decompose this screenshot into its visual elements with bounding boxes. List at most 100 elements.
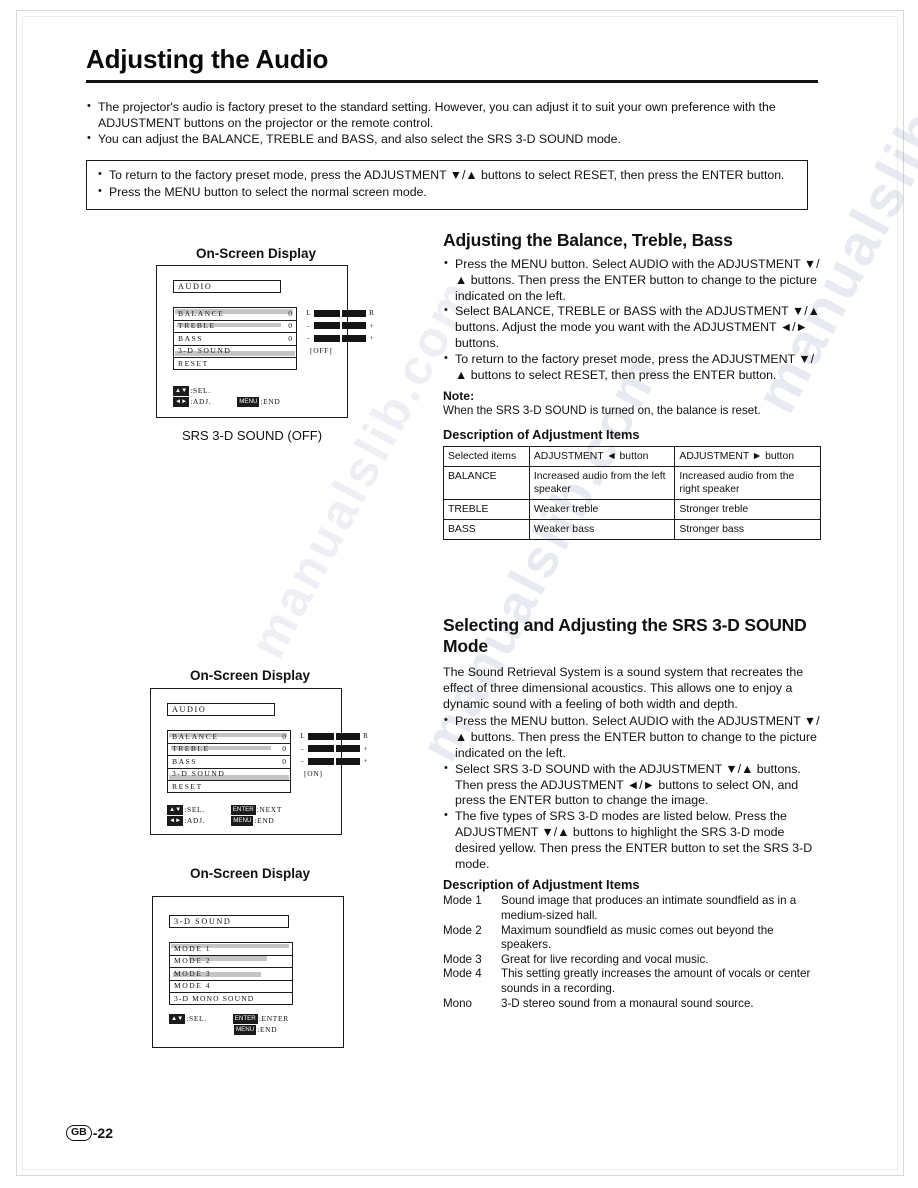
osd2-gauge-bass: - + [301,756,368,766]
osd1-item-balance[interactable]: BALANCE 0 [173,307,297,320]
osd2-title-chip: AUDIO [167,703,275,716]
osd2-item-bass[interactable]: BASS 0 [167,755,291,768]
osd1-subcaption: SRS 3-D SOUND (OFF) [181,428,323,443]
osd1-caption: On-Screen Display [195,246,317,261]
page-title: Adjusting the Audio [86,44,329,74]
note-bullet: Press the MENU button to select the norm… [97,184,797,201]
osd-screen-audio-off: AUDIO BALANCE 0 TREBLE 0 BASS 0 3-D SOUN… [156,265,374,418]
cell-left: Weaker bass [528,519,676,541]
osd1-gauge-balance: L R [306,308,374,318]
osd3-item-3d-mono-sound[interactable]: 3-D MONO SOUND [169,992,293,1005]
up-down-key-icon: ▲▼ [169,1013,186,1024]
osd1-menu-list: BALANCE 0 TREBLE 0 BASS 0 3-D SOUND RESE… [173,307,297,370]
osd1-gauges: L R - + - + [OFF] [305,307,391,357]
note-label: Note: [443,389,475,404]
srs-bullet: Press the MENU button. Select AUDIO with… [443,713,821,761]
osd1-item-3d-sound[interactable]: 3-D SOUND [173,344,297,357]
mode-row: Mode 1 Sound image that produces an inti… [443,894,797,922]
cell-item: BALANCE [443,466,530,501]
osd1-item-reset[interactable]: RESET [173,357,297,370]
enter-key-icon: ENTER [230,804,256,815]
osd1-gauge-bass: - + [307,333,374,343]
th-adjustment-left: ADJUSTMENT ◄ button [528,446,676,468]
mode-row: Mode 3 Great for live recording and voca… [443,952,709,966]
osd2-gauge-treble: - + [301,744,368,754]
osd2-legend: ▲▼:SEL. ENTER:NEXT ◄►:ADJ. MENU:END [167,804,283,826]
cell-right: Stronger treble [674,499,821,521]
menu-key-icon: MENU [237,396,260,407]
osd2-gauge-balance: L R [300,731,368,741]
left-right-key-icon: ◄► [167,815,184,826]
title-rule [86,80,818,83]
osd2-caption: On-Screen Display [189,668,311,683]
menu-key-icon: MENU [231,815,254,826]
cell-item: TREBLE [443,499,530,521]
table-header-row: Selected items ADJUSTMENT ◄ button ADJUS… [443,446,821,468]
osd2-item-reset[interactable]: RESET [167,780,291,793]
left-right-key-icon: ◄► [173,396,190,407]
menu-key-icon: MENU [234,1024,257,1035]
mode-row: Mono 3-D stereo sound from a monaural so… [443,996,754,1010]
table-row: TREBLE Weaker treble Stronger treble [443,499,821,521]
note-bullet: To return to the factory preset mode, pr… [97,167,797,184]
intro-bullet: The projector's audio is factory preset … [86,99,822,131]
osd3-item-mode-4[interactable]: MODE 4 [169,979,293,992]
srs-section-heading: Selecting and Adjusting the SRS 3-D SOUN… [443,615,807,656]
osd3-item-mode-3[interactable]: MODE 3 [169,967,293,980]
intro-bullet: You can adjust the BALANCE, TREBLE and B… [86,131,822,148]
osd2-item-balance[interactable]: BALANCE 0 [167,730,291,743]
document-page: manualslib.com manualslib.com manualslib… [0,0,918,1188]
osd3-title-chip: 3-D SOUND [169,915,289,928]
locale-chip: GB [66,1125,92,1141]
osd2-menu-list: BALANCE 0 TREBLE 0 BASS 0 3-D SOUND RESE… [167,730,291,793]
srs-bullet: The five types of SRS 3-D modes are list… [443,808,821,872]
cell-left: Weaker treble [528,499,676,521]
osd-screen-3d-sound-modes: 3-D SOUND MODE 1 MODE 2 MODE 3 MODE 4 3-… [152,896,344,1048]
modes-heading: Description of Adjustment Items [443,877,640,893]
cell-right: Stronger bass [674,519,821,541]
treble-bar [308,744,360,754]
note-text: When the SRS 3-D SOUND is turned on, the… [443,404,761,418]
osd3-item-mode-2[interactable]: MODE 2 [169,954,293,967]
osd3-item-mode-1[interactable]: MODE 1 [169,942,293,955]
osd-screen-audio-on: AUDIO BALANCE 0 TREBLE 0 BASS 0 3-D SOUN… [150,688,368,835]
up-down-key-icon: ▲▼ [167,804,184,815]
th-adjustment-right: ADJUSTMENT ► button [674,446,821,468]
th-selected-items: Selected items [443,446,530,468]
srs-section: Selecting and Adjusting the SRS 3-D SOUN… [443,615,821,1011]
osd2-3d-state: [ON] [304,768,323,778]
mode-row: Mode 4 This setting greatly increases th… [443,967,811,995]
srs-bullet: Select SRS 3-D SOUND with the ADJUSTMENT… [443,761,821,809]
cell-item: BASS [443,519,530,541]
bass-bar [308,756,360,766]
osd1-3d-state: [OFF] [310,345,333,355]
note-box: To return to the factory preset mode, pr… [86,160,808,211]
table-row: BALANCE Increased audio from the left sp… [443,466,821,501]
page-footer: GB -22 [66,1125,113,1141]
osd2-item-treble[interactable]: TREBLE 0 [167,742,291,755]
osd3-legend: ▲▼:SEL. ENTER:ENTER MENU:END [169,1013,289,1035]
cell-left: Increased audio from the left speaker [528,466,676,501]
intro-bullets: The projector's audio is factory preset … [86,99,822,149]
osd1-title-chip: AUDIO [173,280,281,293]
balance-bar [314,308,366,318]
table-row: BASS Weaker bass Stronger bass [443,519,821,541]
balance-section: Adjusting the Balance, Treble, Bass Pres… [443,230,821,541]
osd2-item-3d-sound[interactable]: 3-D SOUND [167,767,291,780]
page-number: -22 [92,1125,113,1141]
bass-bar [314,333,366,343]
osd2-gauges: L R - + - + [ON] [299,730,385,780]
balance-bullet: Select BALANCE, TREBLE or BASS with the … [443,303,821,351]
osd3-menu-list: MODE 1 MODE 2 MODE 3 MODE 4 3-D MONO SOU… [169,942,293,1005]
table-heading: Description of Adjustment Items [443,427,640,443]
srs-intro-text: The Sound Retrieval System is a sound sy… [443,665,804,711]
adjustment-items-table: Selected items ADJUSTMENT ◄ button ADJUS… [443,446,821,541]
osd1-item-bass[interactable]: BASS 0 [173,332,297,345]
osd1-item-treble[interactable]: TREBLE 0 [173,319,297,332]
balance-bar [308,731,360,741]
osd1-gauge-treble: - + [307,321,374,331]
up-down-key-icon: ▲▼ [173,385,190,396]
cell-right: Increased audio from the right speaker [674,466,821,501]
osd1-legend: ▲▼:SEL. ◄►:ADJ. MENU:END [173,385,281,407]
mode-row: Mode 2 Maximum soundfield as music comes… [443,923,774,952]
